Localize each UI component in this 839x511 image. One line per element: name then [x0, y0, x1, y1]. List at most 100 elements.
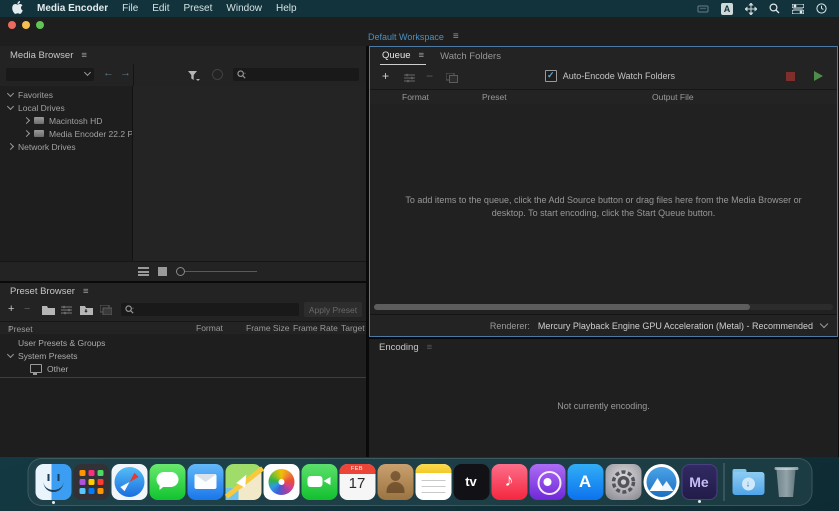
dock-icon-maps[interactable] — [224, 464, 264, 500]
queue-panel-menu-icon[interactable]: ≡ — [419, 50, 425, 61]
close-window-button[interactable] — [8, 21, 16, 29]
input-source-icon[interactable]: A — [721, 2, 733, 15]
media-source-dropdown[interactable] — [6, 68, 94, 81]
tree-item-network-drives[interactable]: Network Drives — [0, 140, 132, 153]
scrollbar-thumb[interactable] — [374, 304, 751, 310]
clock-icon[interactable] — [816, 3, 827, 14]
encoding-panel-menu-icon[interactable]: ≡ — [427, 342, 433, 353]
renderer-dropdown[interactable]: Mercury Playback Engine GPU Acceleration… — [538, 321, 813, 331]
new-preset-group-icon[interactable] — [42, 305, 55, 319]
media-browser-panel-menu-icon[interactable]: ≡ — [81, 50, 87, 61]
filter-icon[interactable] — [188, 69, 200, 87]
preset-row-other[interactable]: Other — [0, 362, 366, 375]
dock-icon-apple-tv[interactable]: tv — [453, 464, 489, 500]
workspace-switcher[interactable]: Default Workspace ≡ — [368, 31, 459, 42]
dock-icon-calendar[interactable]: FEB 17 — [339, 464, 375, 500]
dock-icon-app-store[interactable]: A — [567, 464, 603, 500]
export-preset-icon[interactable] — [99, 304, 113, 319]
refresh-icon[interactable] — [212, 69, 223, 80]
column-output-file[interactable]: Output File — [652, 92, 694, 102]
stop-queue-button[interactable] — [786, 72, 795, 81]
dock-icon-music[interactable]: ♪ — [491, 464, 527, 500]
tab-queue[interactable]: Queue ≡ — [380, 47, 427, 65]
dock-icon-launchpad[interactable] — [73, 464, 109, 500]
spotlight-search-icon[interactable] — [769, 3, 780, 14]
chevron-down-icon[interactable] — [6, 89, 15, 98]
import-preset-icon[interactable] — [80, 305, 93, 319]
chevron-right-icon[interactable] — [6, 142, 15, 151]
back-icon[interactable]: ← — [103, 67, 120, 79]
column-format[interactable]: Format — [196, 323, 223, 333]
workspace-menu-icon[interactable]: ≡ — [453, 31, 459, 42]
menu-item-preset[interactable]: Preset — [184, 3, 213, 14]
dock-icon-podcasts[interactable] — [529, 464, 565, 500]
menu-item-window[interactable]: Window — [226, 3, 262, 14]
column-format[interactable]: Format — [402, 92, 429, 102]
minimize-window-button[interactable] — [22, 21, 30, 29]
remove-source-icon[interactable]: − — [426, 69, 433, 83]
keyboard-brightness-icon[interactable] — [697, 3, 709, 15]
start-queue-button[interactable] — [814, 71, 823, 81]
dock-icon-safari[interactable] — [111, 464, 147, 500]
preset-row-user-presets[interactable]: User Presets & Groups — [0, 336, 366, 349]
horizontal-scrollbar[interactable] — [374, 304, 833, 310]
chevron-right-icon[interactable] — [22, 116, 31, 125]
column-preset-name[interactable]: Preset Name ↑ — [8, 323, 33, 344]
add-source-icon[interactable]: + — [382, 69, 389, 83]
apple-menu-icon[interactable] — [12, 0, 23, 17]
tab-watch-folders[interactable]: Watch Folders — [440, 51, 501, 62]
tree-item-favorites[interactable]: Favorites — [0, 88, 132, 101]
media-search-input[interactable] — [233, 68, 359, 81]
dock-icon-downloads[interactable]: ↓ — [730, 464, 766, 500]
queue-settings-icon[interactable] — [404, 72, 415, 86]
apply-preset-button[interactable]: Apply Preset — [304, 302, 362, 317]
menu-item-help[interactable]: Help — [276, 3, 297, 14]
chevron-down-icon[interactable] — [819, 319, 829, 329]
zoom-window-button[interactable] — [36, 21, 44, 29]
dock-icon-photos[interactable] — [263, 464, 299, 500]
auto-encode-checkbox[interactable]: ✓ — [544, 70, 557, 82]
column-target[interactable]: Target — [341, 323, 365, 333]
dock-icon-trash[interactable] — [768, 464, 804, 500]
dock-icon-finder[interactable] — [35, 464, 71, 504]
thumbnail-size-slider[interactable] — [176, 267, 257, 276]
preset-search-input[interactable] — [121, 303, 299, 316]
dock-icon-contacts[interactable] — [377, 464, 413, 500]
thumbnail-view-icon[interactable] — [158, 267, 167, 276]
media-browser-content-area[interactable] — [133, 86, 366, 262]
queue-drop-area[interactable]: To add items to the queue, click the Add… — [370, 104, 837, 315]
menu-item-file[interactable]: File — [122, 3, 138, 14]
slider-knob[interactable] — [176, 267, 185, 276]
navigation-arrows[interactable]: ←→ — [103, 67, 137, 79]
dock-icon-media-encoder[interactable]: Me — [681, 464, 717, 503]
dock-icon-mail[interactable] — [187, 464, 223, 500]
dock-icon-installer[interactable] — [643, 464, 679, 500]
preset-row-system-presets[interactable]: System Presets — [0, 349, 366, 362]
chevron-down-icon[interactable] — [6, 350, 15, 359]
column-frame-rate[interactable]: Frame Rate — [293, 323, 338, 333]
column-preset[interactable]: Preset — [482, 92, 507, 102]
tree-item-macintosh-hd[interactable]: Macintosh HD — [0, 114, 132, 127]
list-view-icon[interactable] — [138, 267, 149, 276]
chevron-down-icon[interactable] — [6, 102, 15, 111]
menu-app-name[interactable]: Media Encoder — [37, 3, 108, 14]
preset-settings-icon[interactable] — [61, 305, 72, 319]
column-frame-size[interactable]: Frame Size — [246, 323, 289, 333]
preset-browser-tab[interactable]: Preset Browser — [10, 286, 75, 297]
preset-browser-panel-menu-icon[interactable]: ≡ — [83, 286, 89, 297]
tree-item-media-encoder-drive[interactable]: Media Encoder 22.2 PATCH — [0, 127, 132, 140]
media-browser-tab[interactable]: Media Browser — [10, 50, 73, 61]
accessibility-pointer-icon[interactable] — [745, 2, 757, 15]
tree-item-local-drives[interactable]: Local Drives — [0, 101, 132, 114]
remove-preset-icon[interactable]: − — [24, 303, 30, 316]
dock-icon-facetime[interactable] — [301, 464, 337, 500]
control-center-icon[interactable] — [792, 3, 804, 14]
dock-icon-system-preferences[interactable] — [605, 464, 641, 500]
add-preset-icon[interactable]: + — [8, 303, 14, 316]
duplicate-icon[interactable] — [445, 72, 458, 86]
encoding-tab[interactable]: Encoding — [379, 342, 419, 353]
dock-icon-notes[interactable] — [415, 464, 451, 500]
dock-icon-messages[interactable] — [149, 464, 185, 500]
forward-icon[interactable]: → — [120, 67, 137, 79]
chevron-right-icon[interactable] — [22, 129, 31, 138]
